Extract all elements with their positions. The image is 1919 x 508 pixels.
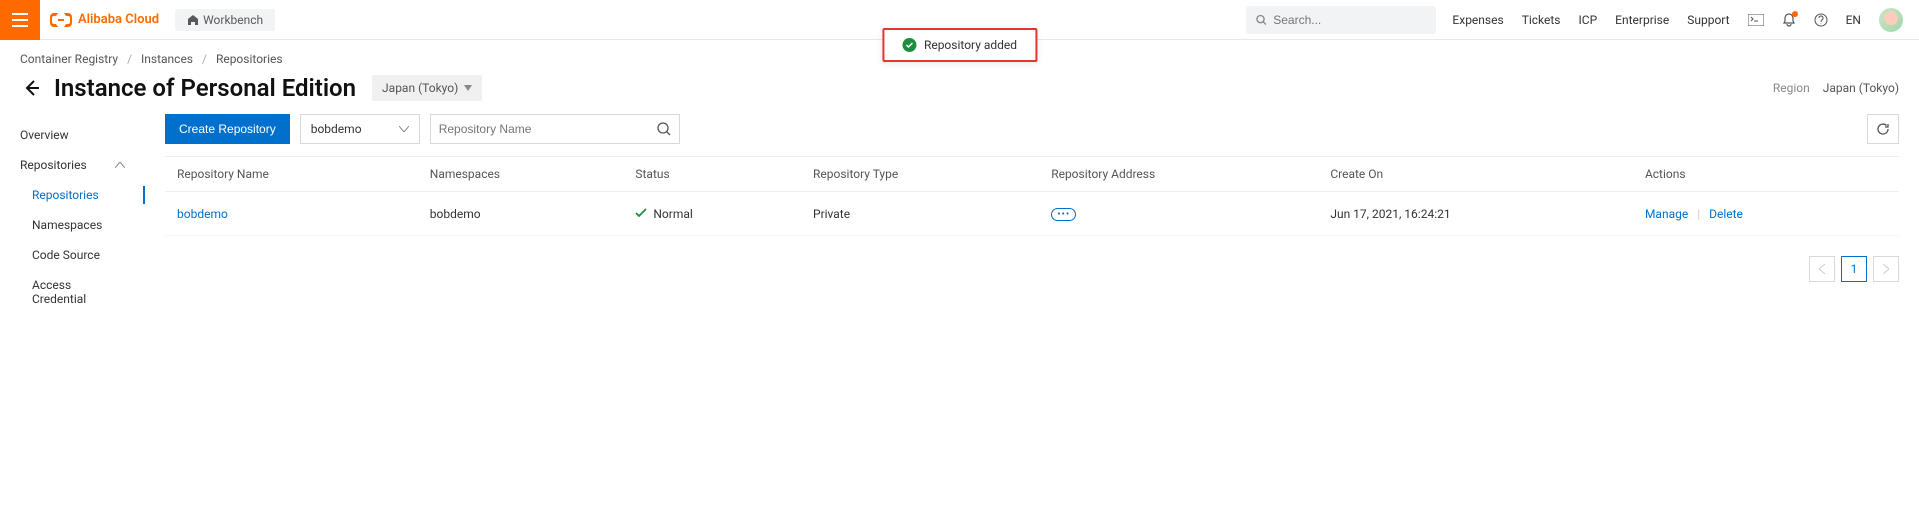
col-status: Status [623,157,801,192]
namespace-select-value: bobdemo [311,122,362,136]
col-address: Repository Address [1039,157,1318,192]
sidebar-item-overview[interactable]: Overview [0,120,145,150]
title-row: Instance of Personal Edition Japan (Toky… [0,74,1919,114]
language-selector[interactable]: EN [1846,13,1861,27]
notification-dot [1792,11,1798,17]
home-icon [187,14,199,26]
shell-icon[interactable] [1748,14,1764,26]
cell-namespace: bobdemo [418,192,624,236]
alibaba-cloud-icon [50,13,72,27]
page-title: Instance of Personal Edition [54,74,356,102]
prev-page-button[interactable] [1809,256,1835,282]
sidebar-item-access-credential[interactable]: Access Credential [0,270,145,314]
pagination: 1 [165,256,1899,282]
sidebar-group-label: Repositories [20,158,87,172]
toolbar: Create Repository bobdemo [165,114,1899,144]
top-links: Expenses Tickets ICP Enterprise Support … [1452,8,1919,32]
top-link-icp[interactable]: ICP [1579,13,1598,27]
create-repository-button[interactable]: Create Repository [165,114,290,144]
arrow-left-icon [20,77,42,99]
chevron-down-icon [399,126,409,132]
workbench-label: Workbench [203,13,263,27]
col-created: Create On [1318,157,1633,192]
brand-name: Alibaba Cloud [78,12,159,27]
back-button[interactable] [20,77,42,99]
toast-message: Repository added [924,38,1017,52]
repositories-table: Repository Name Namespaces Status Reposi… [165,156,1899,236]
cell-type: Private [801,192,1039,236]
active-indicator [143,186,145,204]
refresh-button[interactable] [1867,114,1899,144]
chevron-right-icon [1883,264,1889,274]
delete-link[interactable]: Delete [1709,207,1743,221]
sidebar-item-repositories[interactable]: Repositories [0,180,145,210]
top-link-support[interactable]: Support [1687,13,1729,27]
col-name: Repository Name [165,157,418,192]
breadcrumb-current: Repositories [216,52,283,66]
repo-address-button[interactable]: ••• [1051,208,1076,221]
global-search[interactable] [1246,6,1436,34]
notifications-icon[interactable] [1782,13,1796,27]
region-dropdown-value: Japan (Tokyo) [382,81,458,95]
region-display: Region Japan (Tokyo) [1773,81,1899,95]
help-icon[interactable] [1814,13,1828,27]
user-avatar[interactable] [1879,8,1903,32]
manage-link[interactable]: Manage [1645,207,1688,221]
table-row: bobdemo bobdemo Normal Private ••• Jun 1… [165,192,1899,236]
col-type: Repository Type [801,157,1039,192]
search-icon[interactable] [657,122,671,136]
region-value: Japan (Tokyo) [1823,81,1899,95]
next-page-button[interactable] [1873,256,1899,282]
col-actions: Actions [1633,157,1899,192]
main-content: Create Repository bobdemo Repository Nam… [145,114,1919,314]
success-check-icon [902,38,916,52]
sidebar-group-repositories[interactable]: Repositories [0,150,145,180]
breadcrumb-root[interactable]: Container Registry [20,52,118,66]
menu-toggle[interactable] [0,0,40,40]
breadcrumb-instances[interactable]: Instances [141,52,193,66]
check-icon [635,208,647,218]
brand-logo[interactable]: Alibaba Cloud [50,12,159,27]
top-link-tickets[interactable]: Tickets [1522,13,1561,27]
col-namespaces: Namespaces [418,157,624,192]
region-label: Region [1773,81,1810,95]
workbench-button[interactable]: Workbench [175,9,275,31]
cell-actions: Manage | Delete [1633,192,1899,236]
sidebar: Overview Repositories Repositories Names… [0,114,145,314]
repo-name-link[interactable]: bobdemo [177,207,228,221]
cell-created: Jun 17, 2021, 16:24:21 [1318,192,1633,236]
page-1-button[interactable]: 1 [1841,256,1867,282]
refresh-icon [1876,122,1890,136]
region-dropdown[interactable]: Japan (Tokyo) [372,75,482,101]
chevron-up-icon [115,162,125,168]
sidebar-item-namespaces[interactable]: Namespaces [0,210,145,240]
sidebar-item-code-source[interactable]: Code Source [0,240,145,270]
search-icon [1256,14,1267,26]
repo-search-input[interactable] [439,122,657,136]
caret-down-icon [464,85,472,91]
toast-notification: Repository added [882,28,1037,62]
chevron-left-icon [1819,264,1825,274]
cell-status: Normal [623,192,801,236]
top-link-expenses[interactable]: Expenses [1452,13,1503,27]
repo-search[interactable] [430,114,680,144]
top-link-enterprise[interactable]: Enterprise [1615,13,1669,27]
table-header-row: Repository Name Namespaces Status Reposi… [165,157,1899,192]
namespace-select[interactable]: bobdemo [300,114,420,144]
hamburger-icon [12,13,28,27]
global-search-input[interactable] [1273,13,1426,27]
